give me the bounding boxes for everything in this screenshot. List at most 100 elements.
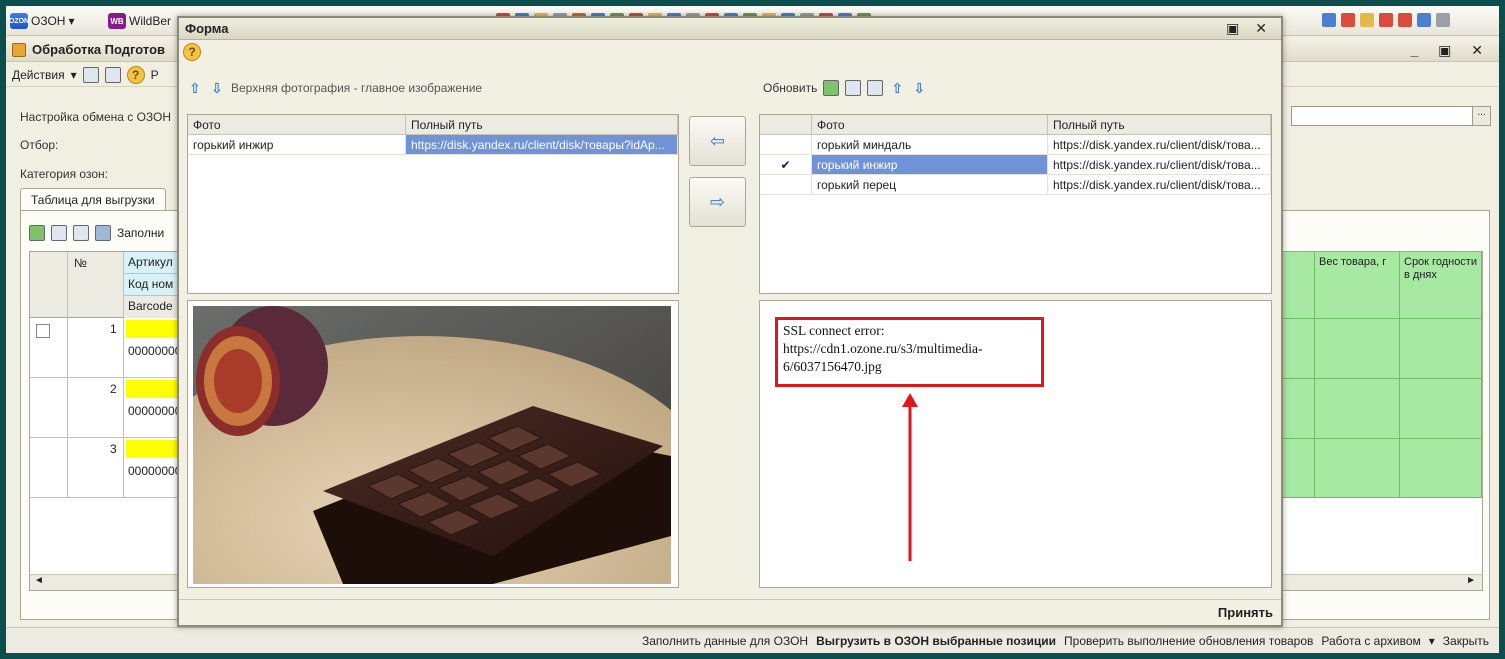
refresh-icon[interactable] <box>29 225 45 241</box>
actions-menu[interactable]: Действия <box>12 68 65 82</box>
dialog-footer: Принять <box>179 599 1281 625</box>
arrow-left-icon: ⇦ <box>709 130 726 151</box>
shelf-life-column: Срок годности в днях <box>1400 252 1482 498</box>
fill-button-label[interactable]: Заполни <box>117 226 164 240</box>
table-row[interactable]: 2 00000000 <box>30 378 186 438</box>
exchange-settings-field[interactable]: ... <box>1291 106 1491 126</box>
select-button[interactable]: ... <box>1472 107 1490 125</box>
window-controls[interactable]: _ ▣ ✕ <box>1410 42 1491 59</box>
toolbar-icon[interactable] <box>1360 13 1374 27</box>
category-label: Категория озон: <box>20 167 108 181</box>
dialog-title-bar: Форма ▣ ✕ <box>179 18 1281 40</box>
check-cell[interactable] <box>760 175 812 194</box>
move-down-icon[interactable]: ⇩ <box>209 80 225 96</box>
wb-logo-icon: WB <box>108 13 126 29</box>
available-photos-table: Фото Полный путь горький миндаль https:/… <box>759 114 1272 294</box>
main-image-caption: Верхняя фотография - главное изображение <box>231 81 483 95</box>
row-number: 3 <box>110 442 117 456</box>
path-cell: https://disk.yandex.ru/client/disk/това.… <box>1048 175 1271 194</box>
toolbar-truncated-label: Р <box>150 67 159 82</box>
move-right-button[interactable]: ⇨ <box>689 177 746 227</box>
dialog-window-controls[interactable]: ▣ ✕ <box>1226 20 1273 37</box>
dialog-title: Форма <box>185 21 229 36</box>
upload-ozon-button[interactable]: Выгрузить в ОЗОН выбранные позиции <box>816 634 1056 648</box>
red-arrow-icon <box>902 393 918 561</box>
toolbar-icon[interactable] <box>1398 13 1412 27</box>
right-toolbar: Обновить ⇧ ⇩ <box>763 80 927 96</box>
divider <box>1275 438 1482 439</box>
toolbar-icon[interactable] <box>1341 13 1355 27</box>
copy-icon[interactable] <box>51 225 67 241</box>
product-photo <box>193 306 671 584</box>
move-up-icon[interactable]: ⇧ <box>187 80 203 96</box>
col-photo: Фото <box>812 115 1048 134</box>
divider <box>1275 378 1482 379</box>
toolbar-icon[interactable] <box>1417 13 1431 27</box>
table-row[interactable]: горький инжир https://disk.yandex.ru/cli… <box>188 135 678 155</box>
check-cell[interactable]: ✔ <box>760 155 812 174</box>
toolbar-icon[interactable] <box>1436 13 1450 27</box>
table-header: Фото Полный путь <box>760 115 1271 135</box>
wildberries-menu[interactable]: WB WildBer <box>108 12 171 30</box>
check-cell[interactable] <box>760 135 812 154</box>
checklist-icon[interactable] <box>867 80 884 96</box>
ozon-logo-icon: OZON <box>9 13 29 29</box>
table-row[interactable]: 3 00000000 <box>30 438 186 498</box>
check-update-button[interactable]: Проверить выполнение обновления товаров <box>1064 634 1313 648</box>
shelf-life-header: Срок годности в днях <box>1404 256 1477 281</box>
fill-icon[interactable] <box>95 225 111 241</box>
row-number: 1 <box>110 322 117 336</box>
grid-select-col-header <box>30 252 68 318</box>
processing-icon <box>12 42 26 57</box>
code-header: Код ном <box>124 274 183 296</box>
grid-article-header: Артикул Код ном Barcode <box>124 252 184 318</box>
chevron-down-icon: ▾ <box>1428 633 1435 648</box>
toolbar-icon[interactable] <box>1322 13 1336 27</box>
photo-form-dialog: Форма ▣ ✕ ? ⇧ ⇩ Верхняя фотография - гла… <box>177 16 1283 627</box>
col-check <box>760 115 812 134</box>
accept-button[interactable]: Принять <box>1218 605 1273 620</box>
scroll-left-icon[interactable]: ◄ <box>34 575 44 586</box>
arrow-right-icon: ⇨ <box>709 191 726 212</box>
table-row[interactable]: 1 00000000 <box>30 318 186 378</box>
export-icon[interactable] <box>104 66 121 83</box>
toolbar-icon[interactable] <box>1379 13 1393 27</box>
help-icon[interactable]: ? <box>126 65 145 84</box>
photo-cell: горький перец <box>812 175 1048 194</box>
close-button[interactable]: Закрыть <box>1443 634 1489 648</box>
refresh-icon[interactable] <box>823 80 840 96</box>
refresh-button[interactable]: Обновить <box>763 81 817 95</box>
barcode-cell: 00000000 <box>128 404 182 418</box>
barcode-header: Barcode <box>124 296 183 318</box>
table-row[interactable]: ✔ горький инжир https://disk.yandex.ru/c… <box>760 155 1271 175</box>
path-cell: https://disk.yandex.ru/client/disk/това.… <box>1048 135 1271 154</box>
ozon-menu[interactable]: OZON ОЗОН ▾ <box>9 12 75 30</box>
barcode-cell: 00000000 <box>128 344 182 358</box>
tab-upload-table[interactable]: Таблица для выгрузки <box>20 188 166 210</box>
photo-preview-box <box>187 300 679 588</box>
help-icon[interactable]: ? <box>183 43 201 61</box>
table-row[interactable]: горький миндаль https://disk.yandex.ru/c… <box>760 135 1271 155</box>
desktop-frame: OZON ОЗОН ▾ WB WildBer Обработка Подгото… <box>6 6 1499 653</box>
fill-ozon-button[interactable]: Заполнить данные для ОЗОН <box>642 634 808 648</box>
scroll-right-icon[interactable]: ► <box>1466 575 1476 586</box>
move-down-icon[interactable]: ⇩ <box>911 80 927 96</box>
divider <box>1275 318 1482 319</box>
archive-menu[interactable]: Работа с архивом <box>1321 634 1420 648</box>
selected-photos-table: Фото Полный путь горький инжир https://d… <box>187 114 679 294</box>
filter-label: Отбор: <box>20 138 59 152</box>
grid-num-header: № <box>68 252 124 318</box>
col-path: Полный путь <box>406 115 678 134</box>
move-left-button[interactable]: ⇦ <box>689 116 746 166</box>
table-header: Фото Полный путь <box>188 115 678 135</box>
exchange-settings-label: Настройка обмена с ОЗОН <box>20 110 172 124</box>
copy-icon[interactable] <box>845 80 862 96</box>
photo-cell: горький инжир <box>188 135 406 154</box>
table-row[interactable]: горький перец https://disk.yandex.ru/cli… <box>760 175 1271 195</box>
chevron-down-icon: ▾ <box>68 14 75 28</box>
save-icon[interactable] <box>82 66 99 83</box>
move-up-icon[interactable]: ⇧ <box>889 80 905 96</box>
weight-column: Вес товара, г <box>1315 252 1400 498</box>
photo-cell: горький инжир <box>812 155 1048 174</box>
checklist-icon[interactable] <box>73 225 89 241</box>
